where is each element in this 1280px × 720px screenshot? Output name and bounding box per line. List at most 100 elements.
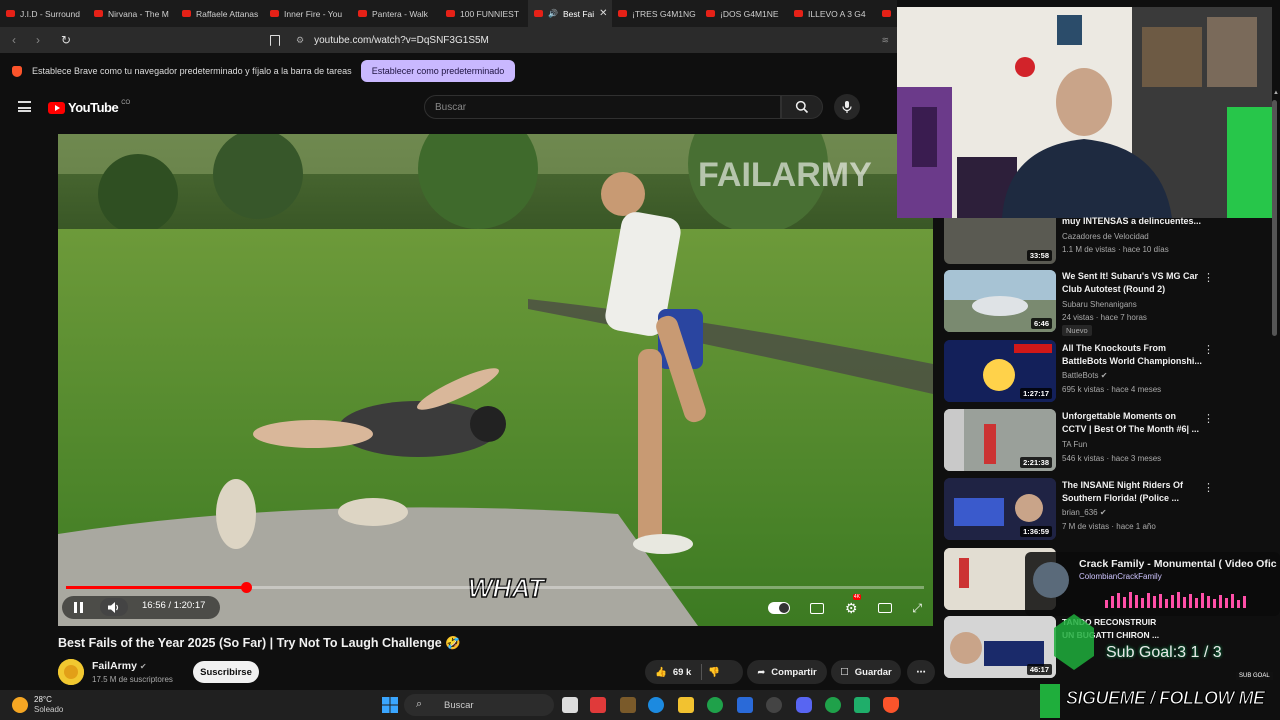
discord-icon[interactable] <box>796 697 812 713</box>
notepad-icon[interactable] <box>737 697 753 713</box>
progress-bar[interactable] <box>66 582 924 593</box>
browser-tab[interactable]: Nirvana - The M <box>88 0 176 27</box>
browser-tab[interactable]: ¡TRES G4M1NG <box>612 0 700 27</box>
sun-icon[interactable] <box>12 697 28 713</box>
channel-name[interactable]: FailArmy ✔ <box>92 660 147 672</box>
more-options-icon[interactable]: ⋮ <box>1203 412 1214 425</box>
app-icon[interactable] <box>854 697 870 713</box>
edge-icon[interactable] <box>648 697 664 713</box>
task-view-icon[interactable] <box>562 697 578 713</box>
webcam-frame <box>897 7 1272 218</box>
browser-tab[interactable]: J.I.D - Surround <box>0 0 88 27</box>
url-field[interactable]: ⚙ youtube.com/watch?v=DqSNF3G1S5M <box>296 30 489 50</box>
browser-tab[interactable]: Raffaele Attanas <box>176 0 264 27</box>
mute-button[interactable] <box>100 598 128 616</box>
browser-tab[interactable]: ILLEVO A 3 G4 <box>788 0 876 27</box>
failarmy-watermark: FAILARMY <box>698 156 872 194</box>
file-explorer-icon[interactable] <box>678 697 694 713</box>
browser-tab[interactable] <box>876 0 896 27</box>
brave-logo-icon <box>12 65 22 77</box>
weather-temp[interactable]: 28°C <box>34 695 52 704</box>
tab-strip: J.I.D - Surround Nirvana - The M Raffael… <box>0 0 897 27</box>
more-horizontal-icon: ⋯ <box>916 666 926 678</box>
page-scrollbar[interactable]: ▲ <box>1270 90 1280 690</box>
recommendation-title[interactable]: muy INTENSAS a delincuentes... <box>1062 215 1202 228</box>
subscriber-count: 17.5 M de suscriptores <box>92 675 173 684</box>
search-button[interactable] <box>781 95 823 119</box>
settings-icon[interactable]: ⚙ 4K <box>845 593 862 617</box>
recommendation-thumbnail[interactable]: 46:17 <box>944 616 1056 678</box>
share-button[interactable]: ➦ Compartir <box>747 660 827 684</box>
scroll-thumb[interactable] <box>1272 100 1277 336</box>
pause-button[interactable] <box>70 599 88 616</box>
browser-tab[interactable]: Pantera - Walk <box>352 0 440 27</box>
brave-icon[interactable] <box>883 697 899 713</box>
browser-tab-active[interactable]: 🔊 Best Fai ✕ <box>528 0 612 27</box>
scroll-up-icon[interactable]: ▲ <box>1273 90 1279 96</box>
dislike-button[interactable]: 👎 <box>708 667 720 678</box>
app-icon[interactable] <box>590 697 606 713</box>
recommendation-thumbnail[interactable]: 33:58 <box>944 218 1056 264</box>
browser-tab[interactable]: Inner Fire - You <box>264 0 352 27</box>
subtitles-icon[interactable] <box>810 602 825 614</box>
recommendation-channel[interactable]: brian_636 ✔ <box>1062 508 1107 517</box>
recommendation-thumbnail[interactable]: 6:46 <box>944 270 1056 332</box>
browser-tab[interactable]: 100 FUNNIEST <box>440 0 528 27</box>
recommendation-thumbnail[interactable]: 1:36:59 <box>944 478 1056 540</box>
chrome-icon[interactable] <box>825 697 841 713</box>
set-default-button[interactable]: Establecer como predeterminado <box>360 60 516 82</box>
search-input[interactable]: Buscar <box>424 95 781 119</box>
recommendation-thumbnail[interactable]: 1:27:17 <box>944 340 1056 402</box>
autoplay-toggle[interactable] <box>768 602 790 614</box>
more-actions-button[interactable]: ⋯ <box>907 660 935 684</box>
windows-start-icon[interactable] <box>382 697 398 713</box>
recommendation-channel[interactable]: TA Fun <box>1062 440 1087 449</box>
follow-text: SIGUEME / FOLLOW ME <box>1066 688 1266 709</box>
progress-fill <box>66 586 247 589</box>
chrome-icon[interactable] <box>707 697 723 713</box>
verified-icon: ✔ <box>139 662 147 671</box>
sub-goal-counter: Sub Goal:3 1 / 3 <box>1106 644 1222 661</box>
video-player[interactable]: FAILARMY WHAT <box>58 134 933 626</box>
youtube-favicon-icon <box>534 10 543 17</box>
reload-icon[interactable]: ↻ <box>56 30 76 50</box>
recommendation-title[interactable]: All The Knockouts From BattleBots World C… <box>1062 342 1202 368</box>
fullscreen-icon[interactable]: ⤢ <box>912 601 922 616</box>
hamburger-menu-icon[interactable] <box>18 101 31 112</box>
browser-tab[interactable]: ¡DOS G4M1NE <box>700 0 788 27</box>
like-button[interactable]: 👍 69 k <box>655 667 691 678</box>
shields-icon[interactable]: ≋ <box>881 35 889 46</box>
taskbar-search[interactable]: ⌕ Buscar <box>404 694 554 716</box>
youtube-logo[interactable]: YouTube CO <box>48 100 130 115</box>
youtube-favicon-icon <box>446 10 455 17</box>
subscribe-button[interactable]: Suscribirse <box>193 661 259 683</box>
save-button[interactable]: ☐ Guardar <box>831 660 901 684</box>
close-tab-icon[interactable]: ✕ <box>599 8 607 19</box>
more-options-icon[interactable]: ⋮ <box>1203 343 1214 356</box>
back-icon[interactable]: ‹ <box>4 30 24 50</box>
video-frame: FAILARMY WHAT <box>58 134 933 626</box>
address-bar-row: ‹ › ↻ ⚙ youtube.com/watch?v=DqSNF3G1S5M … <box>0 27 897 53</box>
site-info-icon[interactable]: ⚙ <box>296 35 304 46</box>
recommendation-thumbnail[interactable]: 2:21:38 <box>944 409 1056 471</box>
new-badge: Nuevo <box>1062 325 1092 336</box>
verified-icon: ✔ <box>1100 371 1108 380</box>
forward-icon[interactable]: › <box>28 30 48 50</box>
recommendation-channel[interactable]: BattleBots ✔ <box>1062 371 1107 380</box>
more-options-icon[interactable]: ⋮ <box>1203 271 1214 284</box>
recommendation-title[interactable]: Unforgettable Moments on CCTV | Best Of T… <box>1062 410 1202 436</box>
bookmark-icon[interactable] <box>270 34 280 46</box>
more-options-icon[interactable]: ⋮ <box>1203 481 1214 494</box>
audio-visualizer <box>1105 592 1246 608</box>
recommendation-meta: 1.1 M de vistas · hace 10 días <box>1062 245 1169 254</box>
recommendation-title[interactable]: We Sent It! Subaru's VS MG Car Club Autot… <box>1062 270 1202 296</box>
voice-search-button[interactable] <box>834 94 860 120</box>
miniplayer-icon[interactable] <box>877 603 892 613</box>
recommendation-title[interactable]: The INSANE Night Riders Of Southern Flori… <box>1062 479 1202 505</box>
channel-avatar[interactable] <box>58 659 84 685</box>
app-icon[interactable] <box>766 697 782 713</box>
recommendation-channel[interactable]: Cazadores de Velocidad <box>1062 232 1149 241</box>
follow-accent <box>1040 684 1060 718</box>
recommendation-channel[interactable]: Subaru Shenanigans <box>1062 300 1137 309</box>
app-icon[interactable] <box>620 697 636 713</box>
